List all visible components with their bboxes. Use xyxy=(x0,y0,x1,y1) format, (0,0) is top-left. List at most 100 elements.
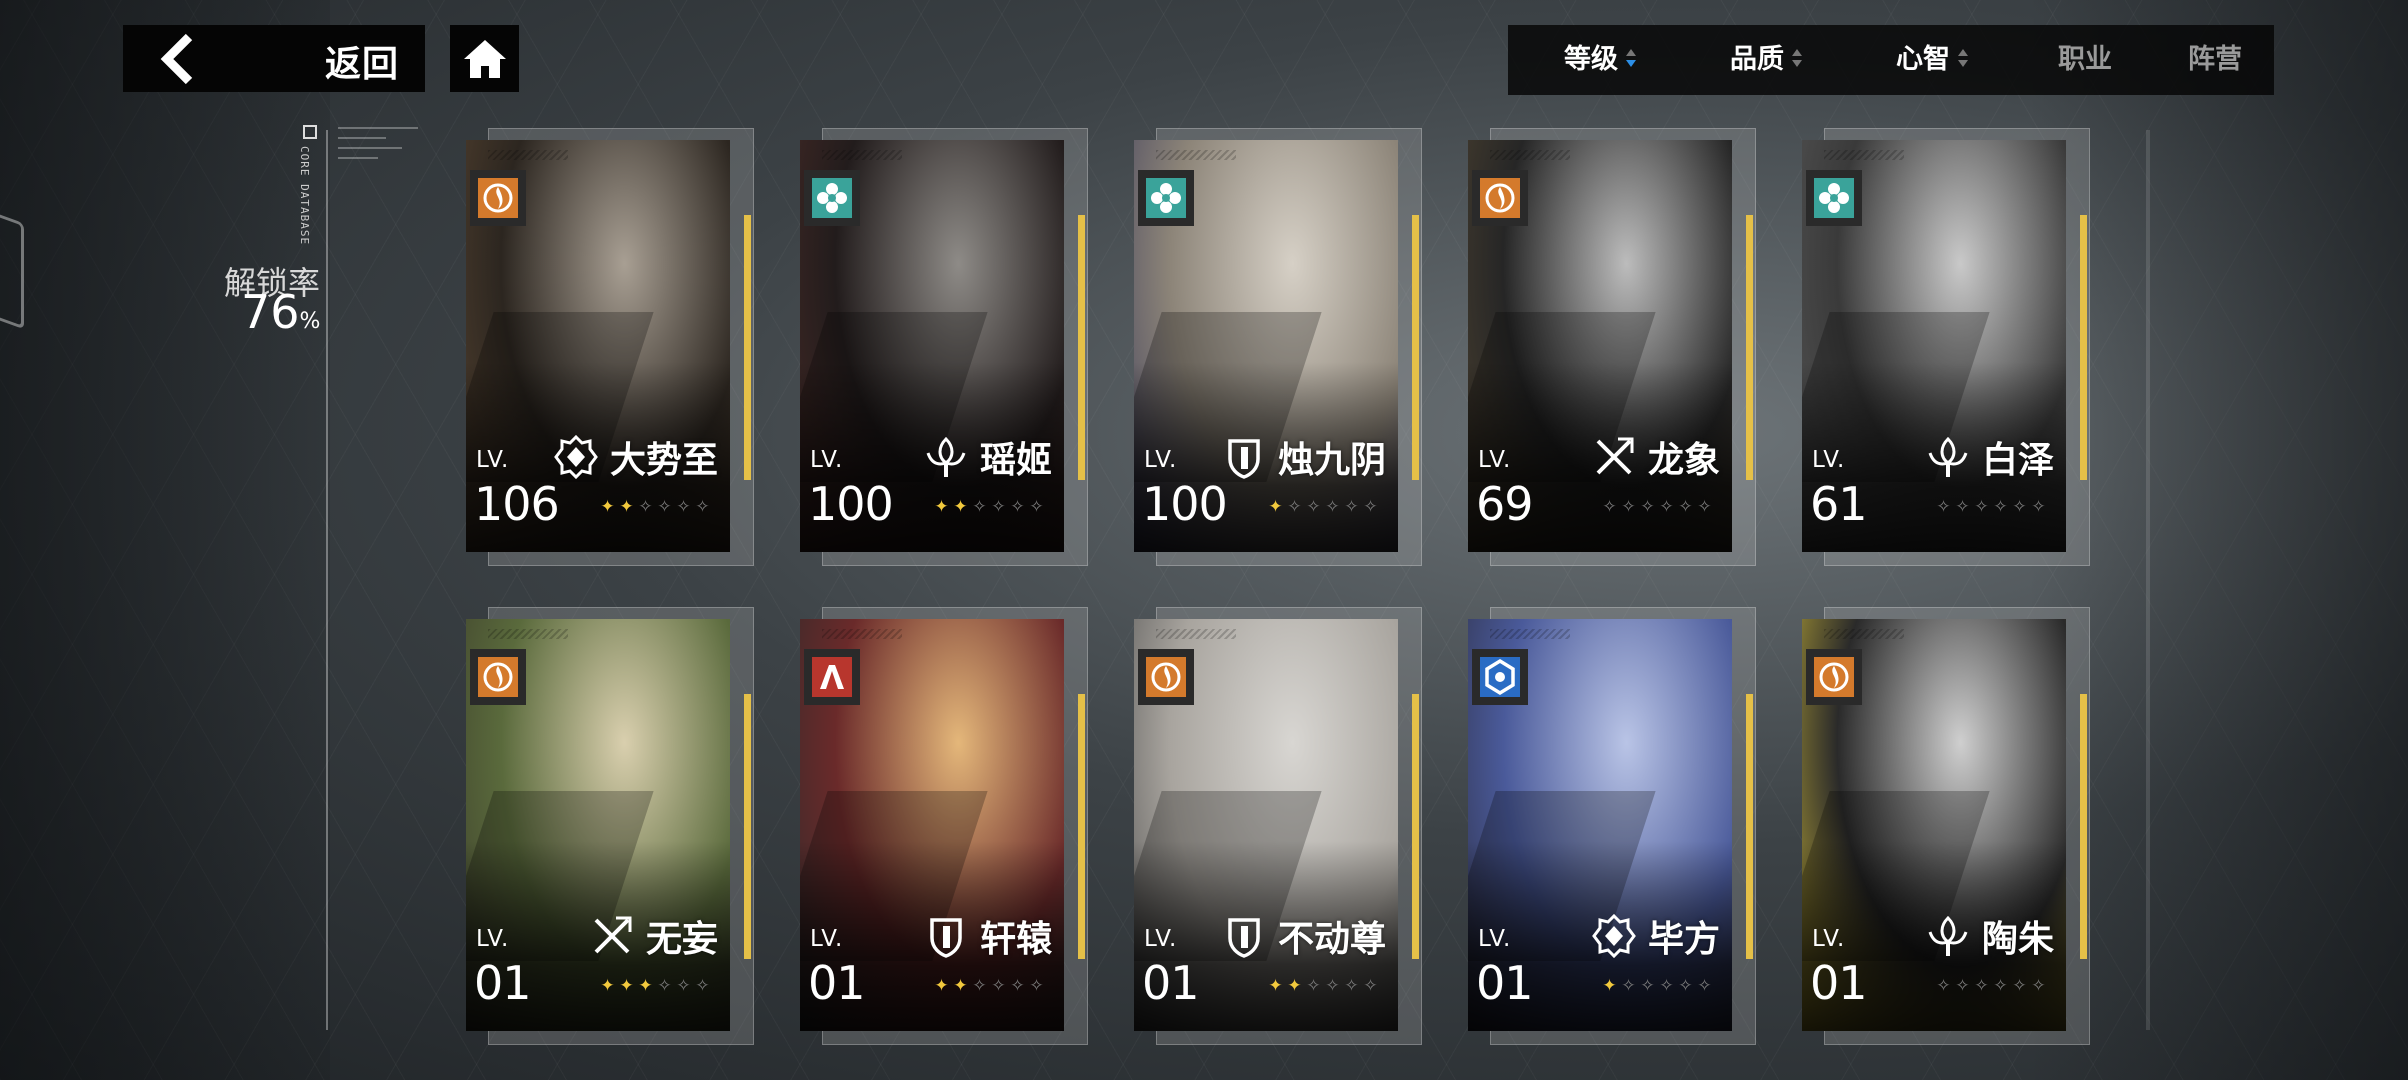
star-icon: ✧ xyxy=(2031,976,2046,996)
card-accent-bar xyxy=(1078,215,1085,480)
card-accent-bar xyxy=(2080,215,2087,480)
gear-shield-icon xyxy=(554,435,598,479)
character-card[interactable]: LV. 100 瑶姬 ✦ ✦ ✧ ✧ ✧ ✧ xyxy=(800,128,1088,566)
star-rating: ✦ ✦ ✧ ✧ ✧ ✧ xyxy=(932,976,1046,996)
character-name-row: 龙象 xyxy=(1592,432,1720,482)
star-icon: ✧ xyxy=(1955,976,1970,996)
left-shade xyxy=(0,0,330,1080)
star-icon: ✧ xyxy=(695,976,710,996)
star-icon: ✧ xyxy=(1678,497,1693,517)
star-icon: ✧ xyxy=(1936,497,1951,517)
star-rating: ✧ ✧ ✧ ✧ ✧ ✧ xyxy=(1934,497,2048,517)
star-icon: ✦ xyxy=(953,976,968,996)
element-badge xyxy=(1472,649,1528,705)
star-icon: ✧ xyxy=(676,497,691,517)
back-label: 返回 xyxy=(324,44,399,85)
star-icon: ✧ xyxy=(1621,976,1636,996)
shield-icon xyxy=(1228,439,1260,479)
character-card[interactable]: LV. 01 无妄 ✦ ✦ ✦ ✧ ✧ ✧ xyxy=(466,607,754,1045)
home-button[interactable] xyxy=(450,25,519,92)
card-accent-bar xyxy=(1746,215,1753,480)
star-icon: ✧ xyxy=(1325,976,1340,996)
star-icon: ✧ xyxy=(1640,976,1655,996)
element-badge xyxy=(1806,170,1862,226)
card-accent-bar xyxy=(1746,694,1753,959)
character-card[interactable]: LV. 01 不动尊 ✦ ✦ ✧ ✧ ✧ ✧ xyxy=(1134,607,1422,1045)
star-icon: ✧ xyxy=(1640,497,1655,517)
star-icon: ✧ xyxy=(1936,976,1951,996)
filter-faction-label: 阵营 xyxy=(2188,44,2242,75)
character-name: 陶朱 xyxy=(1981,918,2054,960)
card-accent-bar xyxy=(1412,215,1419,480)
level-value: 61 xyxy=(1810,477,1868,531)
character-name: 大势至 xyxy=(609,439,718,481)
red-pillar-icon xyxy=(820,665,844,689)
unlock-rate-number: 76 xyxy=(241,285,300,339)
star-icon: ✧ xyxy=(2031,497,2046,517)
sort-level-button[interactable]: 等级 xyxy=(1564,25,1636,95)
element-badge xyxy=(470,170,526,226)
element-badge xyxy=(804,649,860,705)
element-badge xyxy=(1138,170,1194,226)
card-accent-bar xyxy=(2080,694,2087,959)
card-accent-bar xyxy=(744,694,751,959)
level-label: LV. xyxy=(1478,447,1512,473)
star-icon: ✧ xyxy=(1621,497,1636,517)
sort-level-label: 等级 xyxy=(1564,44,1618,75)
character-name-row: 无妄 xyxy=(590,911,718,961)
star-rating: ✧ ✧ ✧ ✧ ✧ ✧ xyxy=(1600,497,1714,517)
card-accent-bar xyxy=(744,215,751,480)
star-icon: ✧ xyxy=(1602,497,1617,517)
database-label: CORE DATABASE xyxy=(298,146,311,246)
character-name-row: 瑶姬 xyxy=(924,432,1052,482)
character-card[interactable]: LV. 106 大势至 ✦ ✦ ✧ ✧ ✧ ✧ xyxy=(466,128,754,566)
star-icon: ✧ xyxy=(972,497,987,517)
level-value: 106 xyxy=(474,477,560,531)
back-button[interactable]: 返回 xyxy=(123,25,425,92)
teal-clover-icon xyxy=(1151,183,1181,213)
character-name-row: 陶朱 xyxy=(1926,911,2054,961)
star-icon: ✦ xyxy=(619,976,634,996)
scrollbar[interactable] xyxy=(2146,130,2150,1030)
star-icon: ✧ xyxy=(1678,976,1693,996)
filter-class-button[interactable]: 职业 xyxy=(2058,25,2112,95)
sort-mind-button[interactable]: 心智 xyxy=(1896,25,1968,95)
sort-arrow-icon xyxy=(1792,47,1802,71)
star-icon: ✧ xyxy=(1029,497,1044,517)
star-icon: ✧ xyxy=(638,497,653,517)
star-icon: ✧ xyxy=(1325,497,1340,517)
unlock-rate-unit: % xyxy=(299,309,321,334)
star-icon: ✦ xyxy=(1268,976,1283,996)
card-accent-bar xyxy=(1412,694,1419,959)
star-icon: ✦ xyxy=(1268,497,1283,517)
orange-flame-icon xyxy=(483,183,513,213)
star-icon: ✦ xyxy=(1602,976,1617,996)
star-icon: ✧ xyxy=(991,976,1006,996)
element-badge xyxy=(1806,649,1862,705)
character-name-row: 烛九阴 xyxy=(1222,432,1386,482)
star-icon: ✧ xyxy=(1659,497,1674,517)
character-name: 烛九阴 xyxy=(1277,439,1386,481)
star-icon: ✧ xyxy=(972,976,987,996)
character-card[interactable]: LV. 69 龙象 ✧ ✧ ✧ ✧ ✧ ✧ xyxy=(1468,128,1756,566)
character-name: 不动尊 xyxy=(1277,918,1386,960)
card-accent-bar xyxy=(1078,694,1085,959)
sort-quality-button[interactable]: 品质 xyxy=(1730,25,1802,95)
star-rating: ✦ ✧ ✧ ✧ ✧ ✧ xyxy=(1600,976,1714,996)
level-value: 01 xyxy=(474,956,532,1010)
filter-faction-button[interactable]: 阵营 xyxy=(2188,25,2242,95)
orange-flame-icon xyxy=(1151,662,1181,692)
teal-clover-icon xyxy=(817,183,847,213)
character-card[interactable]: LV. 01 轩辕 ✦ ✦ ✧ ✧ ✧ ✧ xyxy=(800,607,1088,1045)
fleur-icon xyxy=(926,436,966,477)
database-marker xyxy=(303,125,317,139)
star-rating: ✦ ✦ ✧ ✧ ✧ ✧ xyxy=(598,497,712,517)
character-card[interactable]: LV. 61 白泽 ✧ ✧ ✧ ✧ ✧ ✧ xyxy=(1802,128,2090,566)
level-value: 100 xyxy=(808,477,894,531)
character-card[interactable]: LV. 01 毕方 ✦ ✧ ✧ ✧ ✧ ✧ xyxy=(1468,607,1756,1045)
star-icon: ✧ xyxy=(676,976,691,996)
star-rating: ✦ ✦ ✧ ✧ ✧ ✧ xyxy=(1266,976,1380,996)
character-card[interactable]: LV. 100 烛九阴 ✦ ✧ ✧ ✧ ✧ ✧ xyxy=(1134,128,1422,566)
character-card[interactable]: LV. 01 陶朱 ✧ ✧ ✧ ✧ ✧ ✧ xyxy=(1802,607,2090,1045)
orange-flame-icon xyxy=(1819,662,1849,692)
